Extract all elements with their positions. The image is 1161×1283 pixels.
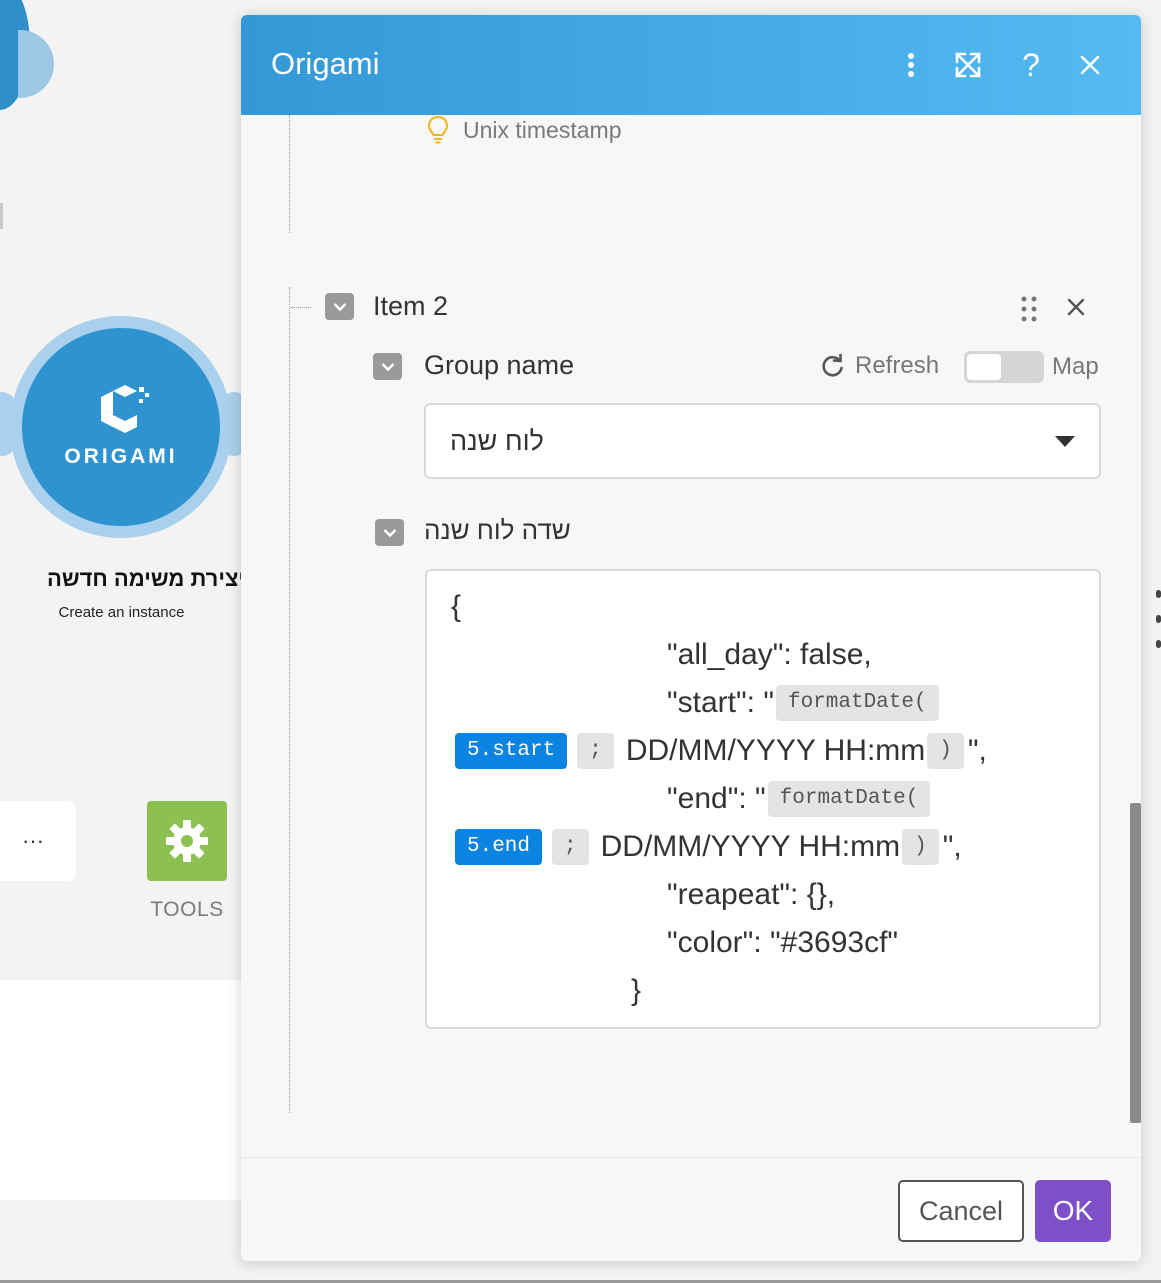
tree-guide-line (289, 115, 290, 233)
drag-handle-icon[interactable] (1019, 295, 1039, 323)
code-line: "end": " formatDate( (667, 779, 932, 819)
refresh-label: Refresh (855, 352, 940, 379)
separator-chip[interactable]: ; (552, 829, 589, 865)
code-line: "reapeat": {}, (667, 875, 835, 915)
variable-chip[interactable]: 5.end (455, 829, 543, 865)
group-name-selected-value: לוח שנה (450, 426, 544, 456)
close-dialog-icon[interactable] (1072, 45, 1108, 85)
separator-chip[interactable]: ; (577, 733, 614, 769)
cancel-button[interactable]: Cancel (898, 1180, 1024, 1242)
dialog-body[interactable]: Unix timestamp Item 2 Group name Refresh… (241, 115, 1141, 1157)
code-text: { (451, 590, 462, 623)
calendar-field-editor[interactable]: { "all_day": false, "start": " formatDat… (425, 569, 1101, 1029)
function-chip[interactable]: formatDate( (767, 781, 931, 817)
chevron-down-icon (333, 302, 346, 311)
origami-logo-icon (101, 385, 149, 433)
more-options-button[interactable]: ··· (0, 801, 76, 881)
map-toggle[interactable] (964, 351, 1044, 383)
item-title: Item 2 (373, 291, 449, 321)
function-close-chip[interactable]: ) (902, 829, 939, 865)
dialog-footer: Cancel OK (241, 1157, 1141, 1261)
tree-guide-line (289, 287, 290, 1113)
dialog-title: Origami (271, 46, 380, 81)
code-line: 5.end ; DD/MM/YYYY HH:mm ) ", (455, 827, 962, 867)
code-text: ", (942, 830, 962, 863)
code-text: "all_day": false, (667, 638, 872, 671)
map-label: Map (1052, 353, 1099, 380)
map-toggle-knob (967, 354, 1001, 380)
chevron-down-icon (383, 528, 396, 537)
code-text: DD/MM/YYYY HH:mm (600, 830, 901, 863)
module-settings-dialog: Origami ? Unix timestamp Item 2 Group na… (241, 15, 1141, 1261)
code-line: "start": " formatDate( (667, 683, 941, 723)
code-text: "reapeat": {}, (667, 878, 836, 911)
refresh-button[interactable]: Refresh (821, 352, 939, 380)
code-text: } (631, 974, 642, 1007)
code-text: ", (967, 734, 987, 767)
module-logo-text: ORIGAMI (64, 445, 178, 468)
code-line: "color": "#3693cf" (667, 923, 898, 963)
more-dots-icon: ··· (22, 828, 44, 853)
field-hint: Unix timestamp (427, 115, 621, 145)
calendar-field-collapse-toggle[interactable] (375, 519, 404, 546)
hint-text: Unix timestamp (463, 116, 622, 143)
canvas-right-edge-marks (1156, 590, 1161, 665)
caret-down-icon (1055, 436, 1075, 447)
code-text: DD/MM/YYYY HH:mm (625, 734, 926, 767)
dialog-header: Origami ? (241, 15, 1141, 115)
calendar-field-label: שדה לוח שנה (424, 515, 571, 545)
canvas-tick (0, 203, 3, 229)
tools-label: TOOLS (150, 898, 224, 921)
refresh-icon (822, 354, 843, 377)
code-text: "end": " (667, 782, 766, 815)
origami-module[interactable]: ORIGAMI (22, 328, 220, 526)
code-line: } (631, 971, 641, 1011)
tools-button[interactable] (147, 801, 227, 881)
code-text: "color": "#3693cf" (667, 926, 899, 959)
module-subtitle: Create an instance (58, 604, 185, 621)
chevron-down-icon (381, 362, 394, 371)
help-icon[interactable]: ? (1013, 45, 1049, 85)
remove-item-icon[interactable] (1066, 292, 1086, 324)
function-chip[interactable]: formatDate( (775, 685, 939, 721)
ok-button[interactable]: OK (1035, 1180, 1111, 1242)
lightbulb-icon (427, 115, 449, 144)
tree-guide-branch (291, 307, 311, 308)
code-text: "start": " (667, 686, 774, 719)
module-partial-top-ear (18, 30, 54, 98)
kebab-menu-icon[interactable] (893, 45, 929, 85)
expand-icon[interactable] (950, 45, 986, 85)
gear-icon (166, 820, 208, 862)
group-name-label: Group name (424, 350, 575, 380)
module-title: יצירת משימה חדשה (46, 566, 245, 591)
variable-chip[interactable]: 5.start (455, 733, 568, 769)
code-line: { (451, 587, 461, 627)
function-close-chip[interactable]: ) (927, 733, 964, 769)
item-collapse-toggle[interactable] (325, 293, 354, 320)
code-line: "all_day": false, (667, 635, 872, 675)
group-name-collapse-toggle[interactable] (373, 353, 402, 380)
code-line: 5.start ; DD/MM/YYYY HH:mm ) ", (455, 731, 987, 771)
dialog-scrollbar[interactable] (1130, 803, 1141, 1123)
group-name-select[interactable]: לוח שנה (424, 403, 1101, 479)
canvas-lower-panel (0, 980, 260, 1200)
